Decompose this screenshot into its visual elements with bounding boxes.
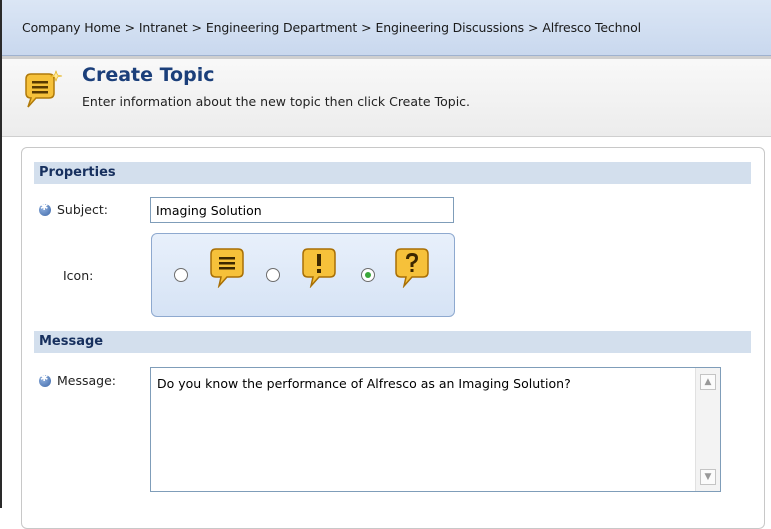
- icon-label: Icon:: [63, 268, 94, 283]
- properties-section-header: Properties: [34, 162, 751, 184]
- breadcrumb-separator: >: [361, 20, 372, 35]
- subject-input[interactable]: [150, 197, 454, 223]
- page-header: Create Topic Enter information about the…: [2, 56, 771, 137]
- topic-exclamation-icon: [302, 248, 336, 288]
- breadcrumb-separator: >: [528, 20, 539, 35]
- icon-selector: [151, 233, 455, 317]
- topic-bubble-icon: [210, 248, 244, 288]
- page-title: Create Topic: [82, 64, 215, 86]
- message-scrollbar[interactable]: ▲ ▼: [695, 368, 720, 491]
- required-icon: [39, 373, 51, 387]
- scroll-up-arrow-icon[interactable]: ▲: [700, 374, 716, 390]
- breadcrumb: Company Home > Intranet > Engineering Depart…: [2, 0, 771, 56]
- icon-radio-exclamation[interactable]: [266, 268, 280, 282]
- breadcrumb-engineering-discussions[interactable]: Engineering Discussions: [376, 20, 525, 35]
- message-textarea[interactable]: Do you know the performance of Alfresco …: [150, 367, 721, 492]
- icon-radio-question[interactable]: [361, 268, 375, 282]
- page-description: Enter information about the new topic th…: [82, 94, 471, 109]
- breadcrumb-alfresco-technology[interactable]: Alfresco Technol: [542, 20, 641, 35]
- breadcrumb-separator: >: [191, 20, 202, 35]
- icon-radio-bubble[interactable]: [174, 268, 188, 282]
- breadcrumb-engineering-department[interactable]: Engineering Department: [206, 20, 357, 35]
- subject-label: Subject:: [57, 202, 108, 217]
- breadcrumb-intranet[interactable]: Intranet: [139, 20, 188, 35]
- scroll-down-arrow-icon[interactable]: ▼: [700, 469, 716, 485]
- message-section-header: Message: [34, 331, 751, 353]
- required-icon: [39, 202, 51, 216]
- message-label: Message:: [57, 373, 116, 388]
- topic-question-icon: [395, 248, 429, 288]
- message-text: Do you know the performance of Alfresco …: [157, 376, 571, 391]
- header-divider: [2, 56, 771, 59]
- topic-bubble-icon: [25, 70, 63, 108]
- breadcrumb-separator: >: [124, 20, 135, 35]
- breadcrumb-company-home[interactable]: Company Home: [22, 20, 121, 35]
